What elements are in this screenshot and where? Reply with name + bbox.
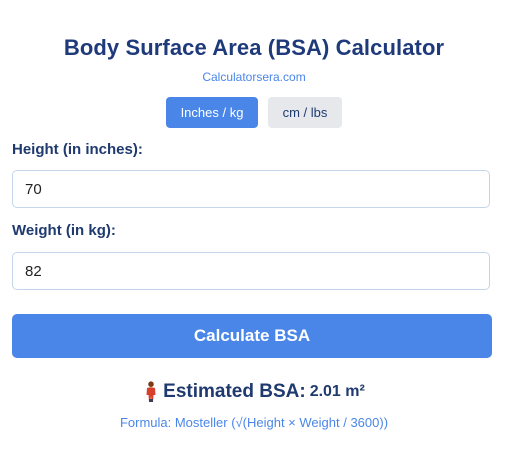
result-label: Estimated BSA: bbox=[163, 381, 306, 402]
calculate-bsa-button[interactable]: Calculate BSA bbox=[12, 314, 492, 358]
page-title: Body Surface Area (BSA) Calculator bbox=[63, 35, 445, 60]
unit-toggle: Inches / kg cm / lbs bbox=[0, 97, 508, 128]
weight-label: Weight (in kg): bbox=[12, 222, 116, 239]
height-label: Height (in inches): bbox=[12, 141, 143, 158]
standing-person-icon bbox=[143, 381, 159, 403]
unit-inches-kg-button[interactable]: Inches / kg bbox=[166, 97, 258, 128]
site-credit: Calculatorsera.com bbox=[202, 70, 306, 84]
result-value: 2.01 m² bbox=[309, 383, 365, 400]
weight-input[interactable] bbox=[12, 252, 490, 290]
formula-note: Formula: Mosteller (√(Height × Weight / … bbox=[119, 415, 389, 430]
unit-cm-lbs-button[interactable]: cm / lbs bbox=[268, 97, 342, 128]
result-line: Estimated BSA: 2.01 m² bbox=[0, 381, 508, 403]
height-input[interactable] bbox=[12, 170, 490, 208]
